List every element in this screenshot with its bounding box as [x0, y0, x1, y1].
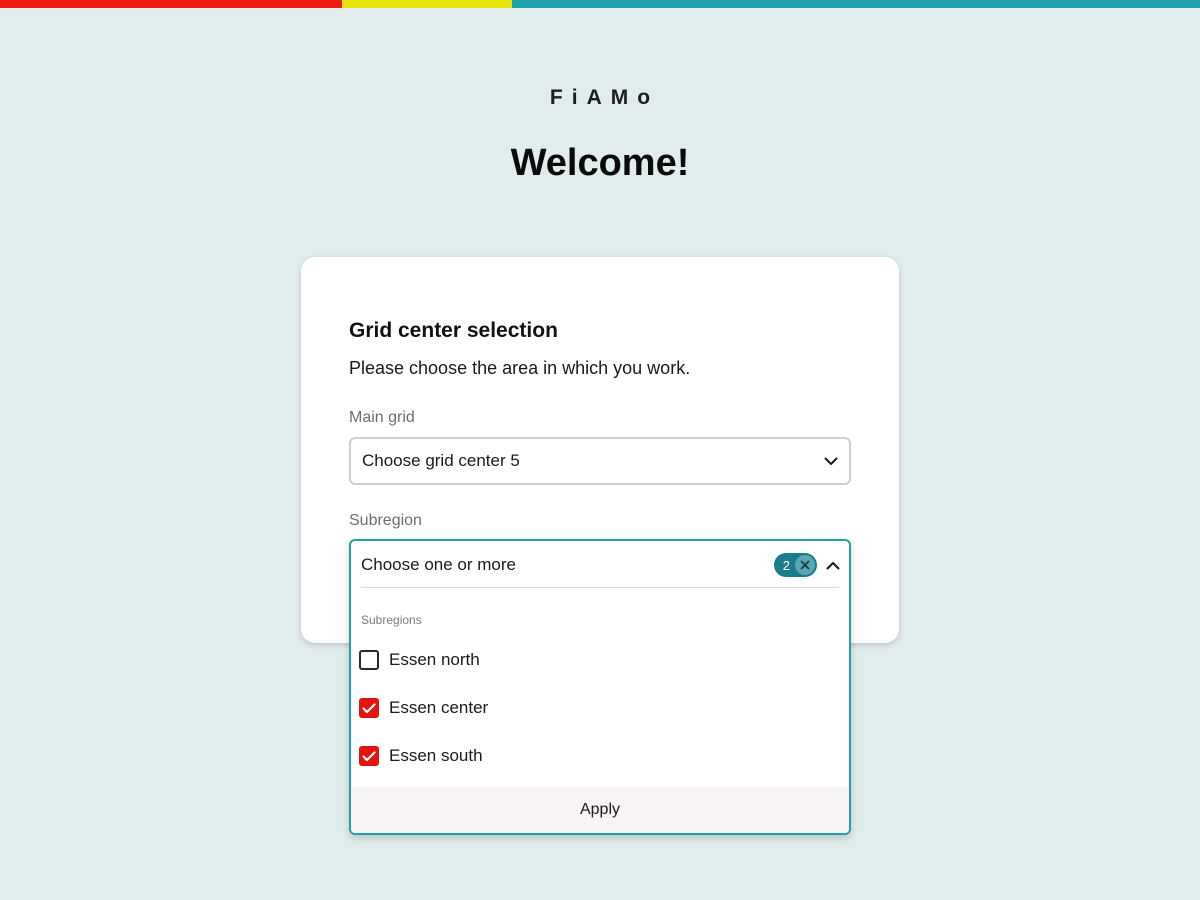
- brand-bar-teal: [512, 0, 1200, 8]
- main-grid-select[interactable]: Choose grid center 5: [349, 437, 851, 485]
- option-essen-center[interactable]: Essen center: [359, 694, 839, 722]
- chevron-down-icon: [823, 453, 839, 469]
- checkbox-checked[interactable]: [359, 698, 379, 718]
- selected-count-badge: 2: [773, 553, 817, 577]
- close-icon: [800, 560, 810, 570]
- app-logo: FiAMo: [549, 86, 660, 109]
- brand-color-bar: [0, 0, 1200, 8]
- option-essen-south[interactable]: Essen south: [359, 742, 839, 770]
- option-essen-north[interactable]: Essen north: [359, 646, 839, 674]
- subregion-label: Subregion: [349, 512, 422, 529]
- brand-bar-red: [0, 0, 342, 8]
- selected-count: 2: [782, 557, 790, 573]
- option-label: Essen center: [389, 698, 489, 717]
- card-title: Grid center selection: [349, 319, 558, 342]
- subregion-placeholder: Choose one or more: [361, 555, 516, 574]
- brand-bar-yellow: [342, 0, 512, 8]
- checkmark-icon: [362, 702, 376, 713]
- apply-button[interactable]: Apply: [351, 787, 849, 833]
- checkmark-icon: [362, 750, 376, 761]
- checkbox-checked[interactable]: [359, 746, 379, 766]
- chevron-up-icon: [825, 557, 841, 573]
- card-description: Please choose the area in which you work…: [349, 358, 691, 378]
- clear-selection-button[interactable]: [795, 555, 815, 575]
- checkbox-unchecked[interactable]: [359, 650, 379, 670]
- apply-label: Apply: [579, 801, 621, 818]
- subregion-select-toggle[interactable]: Choose one or more 2: [351, 541, 849, 589]
- main-grid-label: Main grid: [349, 409, 415, 426]
- subregions-group-label: Subregions: [361, 613, 422, 627]
- page-title: Welcome!: [510, 142, 690, 184]
- option-label: Essen south: [389, 746, 483, 765]
- subregion-multiselect: Choose one or more 2 Subregions Essen no…: [349, 539, 851, 835]
- main-grid-value: Choose grid center 5: [362, 451, 520, 470]
- dropdown-divider: [361, 587, 839, 588]
- option-label: Essen north: [389, 650, 480, 669]
